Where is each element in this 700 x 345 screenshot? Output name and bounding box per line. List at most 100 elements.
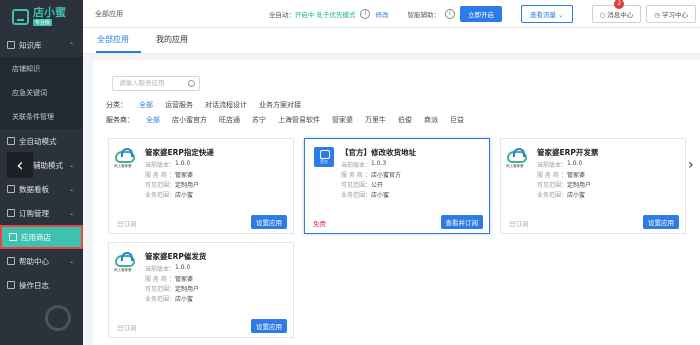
filter-option[interactable]: 上海管易软件 bbox=[278, 115, 320, 125]
carousel-prev-button[interactable]: ‹ bbox=[7, 152, 33, 178]
filter-option[interactable]: 管家婆 bbox=[332, 115, 353, 125]
app-version: 1.0.0 bbox=[175, 160, 191, 167]
message-center-button[interactable]: ○ 消息中心 2 bbox=[591, 0, 642, 23]
app-type: 店小蜜 bbox=[175, 192, 194, 199]
app-status: 已订阅 bbox=[117, 324, 137, 332]
app-scope: 定制用户 bbox=[567, 182, 592, 189]
clock-icon: ◷ bbox=[654, 11, 660, 19]
app-card[interactable]: 网上管家婆 管家婆ERP开发票 当前版本： 1.0.0 服 务 商：管家婆 可见范… bbox=[500, 138, 686, 234]
tab-active-indicator bbox=[96, 51, 141, 53]
guanjiapo-logo: 网上管家婆 bbox=[114, 148, 135, 169]
sidebar-item-knowledge[interactable]: 知识库 ⌃ bbox=[0, 33, 83, 57]
app-version: 1.0.0 bbox=[567, 160, 583, 167]
app-provider: 店小蜜官方 bbox=[371, 172, 402, 179]
info-icon[interactable]: i bbox=[444, 9, 455, 19]
guanjiapo-logo: 网上管家婆 bbox=[114, 252, 135, 273]
filter-option[interactable]: 全部 bbox=[146, 115, 160, 125]
brand-logo: 店小蜜 专业版 bbox=[0, 0, 83, 33]
provider-filter: 服务商： 全部 店小蜜官方 旺店通 苏宁 上海管易软件 管家婆 万里牛 伯俊 商… bbox=[106, 115, 464, 125]
auto-status: 开启中 处于优先模式 bbox=[294, 11, 356, 19]
app-scope: 定制用户 bbox=[175, 182, 200, 189]
message-count-badge: 2 bbox=[614, 0, 625, 9]
app-type: 店小蜜 bbox=[567, 192, 586, 199]
chevron-down-icon: ⌄ bbox=[68, 209, 74, 217]
sidebar-item-dashboard[interactable]: 数据看板 ⌄ bbox=[0, 177, 83, 201]
cart-icon bbox=[7, 209, 15, 217]
sidebar-item-app-store[interactable]: 应用商店 bbox=[0, 225, 83, 249]
filter-option[interactable]: 商派 bbox=[424, 115, 438, 125]
search-icon[interactable] bbox=[188, 80, 195, 87]
filter-option[interactable]: 巨益 bbox=[450, 115, 464, 125]
chevron-down-icon: ⌄ bbox=[68, 161, 74, 169]
help-icon bbox=[7, 257, 15, 265]
app-status: 已订阅 bbox=[117, 220, 137, 228]
filter-option[interactable]: 对话流程设计 bbox=[205, 100, 247, 110]
filter-option[interactable]: 业务方案对接 bbox=[259, 100, 301, 110]
app-provider: 管家婆 bbox=[175, 276, 194, 283]
guanjiapo-logo: 网上管家婆 bbox=[506, 148, 527, 169]
sidebar-item-condition-management[interactable]: 关联条件管理 bbox=[0, 105, 83, 129]
app-scope: 公开 bbox=[371, 182, 384, 189]
sidebar-item-emergency-keywords[interactable]: 应急关键词 bbox=[0, 81, 83, 105]
app-provider: 管家婆 bbox=[175, 172, 194, 179]
filter-option[interactable]: 苏宁 bbox=[252, 115, 266, 125]
official-logo: 官方 bbox=[314, 147, 334, 167]
brand-name: 店小蜜 bbox=[33, 6, 66, 19]
setup-app-button[interactable]: 设置应用 bbox=[251, 319, 287, 333]
app-title: 【官方】修改收货地址 bbox=[341, 148, 416, 157]
app-title: 管家婆ERP催发货 bbox=[145, 252, 207, 261]
tab-all-apps[interactable]: 全部应用 bbox=[97, 34, 129, 45]
brand-tag: 专业版 bbox=[33, 19, 53, 26]
app-status: 已订阅 bbox=[509, 220, 529, 228]
app-title: 管家婆ERP开发票 bbox=[537, 148, 599, 157]
dashboard-icon bbox=[7, 185, 15, 193]
carousel-next-icon[interactable]: › bbox=[688, 157, 694, 173]
learning-center-button[interactable]: ◷ 学习中心 bbox=[646, 5, 696, 23]
filter-option[interactable]: 运营服务 bbox=[165, 100, 193, 110]
filter-option[interactable]: 旺店通 bbox=[219, 115, 240, 125]
log-icon bbox=[7, 281, 15, 289]
filter-option[interactable]: 店小蜜官方 bbox=[172, 115, 207, 125]
tab-bar: 全部应用 我的应用 bbox=[83, 28, 700, 54]
sidebar-item-auto-mode[interactable]: 全自动模式 bbox=[0, 129, 83, 153]
info-icon[interactable]: i bbox=[360, 9, 371, 19]
category-filter: 分类： 全部 运营服务 对话流程设计 业务方案对接 bbox=[106, 100, 301, 110]
open-now-button[interactable]: 立即开启 bbox=[459, 6, 502, 22]
category-label: 分类： bbox=[106, 101, 127, 109]
app-type: 店小蜜 bbox=[371, 192, 390, 199]
traffic-dropdown[interactable]: 查看流量 ⌄ bbox=[520, 5, 573, 23]
search-input[interactable]: 请输入服务应用 bbox=[112, 76, 200, 91]
sidebar-item-help[interactable]: 帮助中心 ⌄ bbox=[0, 249, 83, 273]
sidebar: 店小蜜 专业版 知识库 ⌃ 店铺知识 应急关键词 关联条件管理 全自动模式 辅助… bbox=[0, 0, 83, 345]
filter-option[interactable]: 万里牛 bbox=[365, 115, 386, 125]
assist-label: 智能辅助： bbox=[407, 11, 440, 19]
brand-logo-icon bbox=[12, 8, 29, 25]
view-subscribe-button[interactable]: 查看并订阅 bbox=[440, 215, 483, 229]
modify-link[interactable]: 修改 bbox=[375, 9, 388, 19]
filter-option[interactable]: 全部 bbox=[139, 100, 153, 110]
sidebar-item-store-knowledge[interactable]: 店铺知识 bbox=[0, 57, 83, 81]
filter-option[interactable]: 伯俊 bbox=[398, 115, 412, 125]
chevron-down-icon: ⌄ bbox=[68, 185, 74, 193]
auto-mode-icon bbox=[7, 137, 15, 145]
top-header: 全部应用 全自动： 开启中 处于优先模式 i 修改 智能辅助： i 立即开启 查… bbox=[83, 0, 700, 28]
page-title: 全部应用 bbox=[95, 9, 123, 18]
provider-label: 服务商： bbox=[106, 116, 134, 124]
setup-app-button[interactable]: 设置应用 bbox=[643, 215, 679, 229]
app-price: 免费 bbox=[313, 220, 326, 228]
setup-app-button[interactable]: 设置应用 bbox=[251, 215, 287, 229]
app-card[interactable]: 网上管家婆 管家婆ERP指定快递 当前版本： 1.0.0 服 务 商：管家婆 可见… bbox=[108, 138, 294, 234]
sidebar-item-orders[interactable]: 订购管理 ⌄ bbox=[0, 201, 83, 225]
app-card[interactable]: 官方 【官方】修改收货地址 当前版本： 1.0.3 服 务 商：店小蜜官方 可见范… bbox=[304, 138, 490, 234]
chevron-down-icon: ⌄ bbox=[68, 257, 74, 265]
app-card[interactable]: 网上管家婆 管家婆ERP催发货 当前版本： 1.0.0 服 务 商：管家婆 可见范… bbox=[108, 242, 294, 338]
chevron-down-icon: ⌄ bbox=[558, 11, 564, 19]
chevron-up-icon: ⌃ bbox=[68, 41, 74, 49]
gear-icon bbox=[45, 305, 71, 331]
app-provider: 管家婆 bbox=[567, 172, 586, 179]
tab-my-apps[interactable]: 我的应用 bbox=[156, 34, 188, 45]
sidebar-item-logs[interactable]: 操作日志 bbox=[0, 273, 83, 297]
app-version: 1.0.0 bbox=[175, 264, 191, 271]
app-type: 店小蜜 bbox=[175, 296, 194, 303]
cloud-icon bbox=[507, 148, 527, 163]
